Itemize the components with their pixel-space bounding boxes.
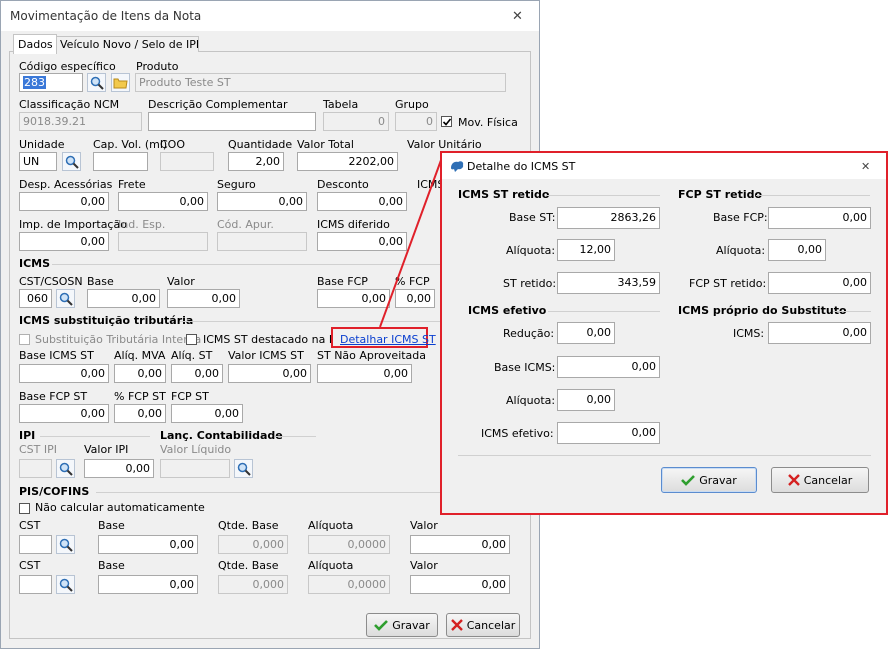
base-fcp-label: Base FCP:	[713, 211, 768, 224]
dialog-gravar-label: Gravar	[699, 473, 737, 487]
dialog-cancelar-label: Cancelar	[803, 473, 853, 487]
aliquota-fcp-input[interactable]: 0,00	[768, 239, 826, 261]
base-fcp-input[interactable]: 0,00	[768, 207, 871, 229]
aliquota-efetivo-input[interactable]: 0,00	[557, 389, 615, 411]
reducao-label: Redução:	[503, 327, 555, 340]
proprio-heading: ICMS próprio do Substituto	[678, 304, 847, 317]
x-icon	[787, 474, 800, 486]
callout-line	[379, 151, 445, 328]
base-st-label: Base ST:	[509, 211, 556, 224]
dialog-cancelar-button[interactable]: Cancelar	[771, 467, 869, 493]
app-icon	[451, 161, 464, 172]
reducao-input[interactable]: 0,00	[557, 322, 615, 344]
base-st-input[interactable]: 2863,26	[557, 207, 660, 229]
st-retido-input[interactable]: 343,59	[557, 272, 660, 294]
st-retido-label: ST retido:	[503, 277, 557, 290]
aliquota-fcp-label: Alíquota:	[716, 244, 766, 257]
base-icms-label: Base ICMS:	[494, 361, 556, 374]
aliquota-st-label: Alíquota:	[506, 244, 556, 257]
fcp-st-retido-input[interactable]: 0,00	[768, 272, 871, 294]
fcp-st-retido-label: FCP ST retido:	[689, 277, 767, 290]
icms-proprio-input[interactable]: 0,00	[768, 322, 871, 344]
icms-efetivo-input[interactable]: 0,00	[557, 422, 660, 444]
check-icon	[681, 475, 696, 486]
fcp-retido-separator	[756, 195, 870, 196]
proprio-separator	[833, 311, 871, 312]
aliquota-st-input[interactable]: 12,00	[557, 239, 615, 261]
dialog-title: Detalhe do ICMS ST	[467, 160, 576, 173]
st-retido-separator	[546, 195, 660, 196]
dialog-gravar-button[interactable]: Gravar	[661, 467, 757, 493]
base-icms-input[interactable]: 0,00	[557, 356, 660, 378]
fcp-retido-heading: FCP ST retido	[678, 188, 763, 201]
efetivo-heading: ICMS efetivo	[468, 304, 547, 317]
close-icon[interactable]: ✕	[861, 160, 870, 173]
aliquota-efetivo-label: Alíquota:	[506, 394, 556, 407]
efetivo-separator	[548, 311, 660, 312]
icms-proprio-label: ICMS:	[733, 327, 765, 340]
dialog-button-separator	[458, 455, 871, 456]
st-retido-heading: ICMS ST retido	[458, 188, 550, 201]
icms-efetivo-label: ICMS efetivo:	[481, 427, 554, 440]
